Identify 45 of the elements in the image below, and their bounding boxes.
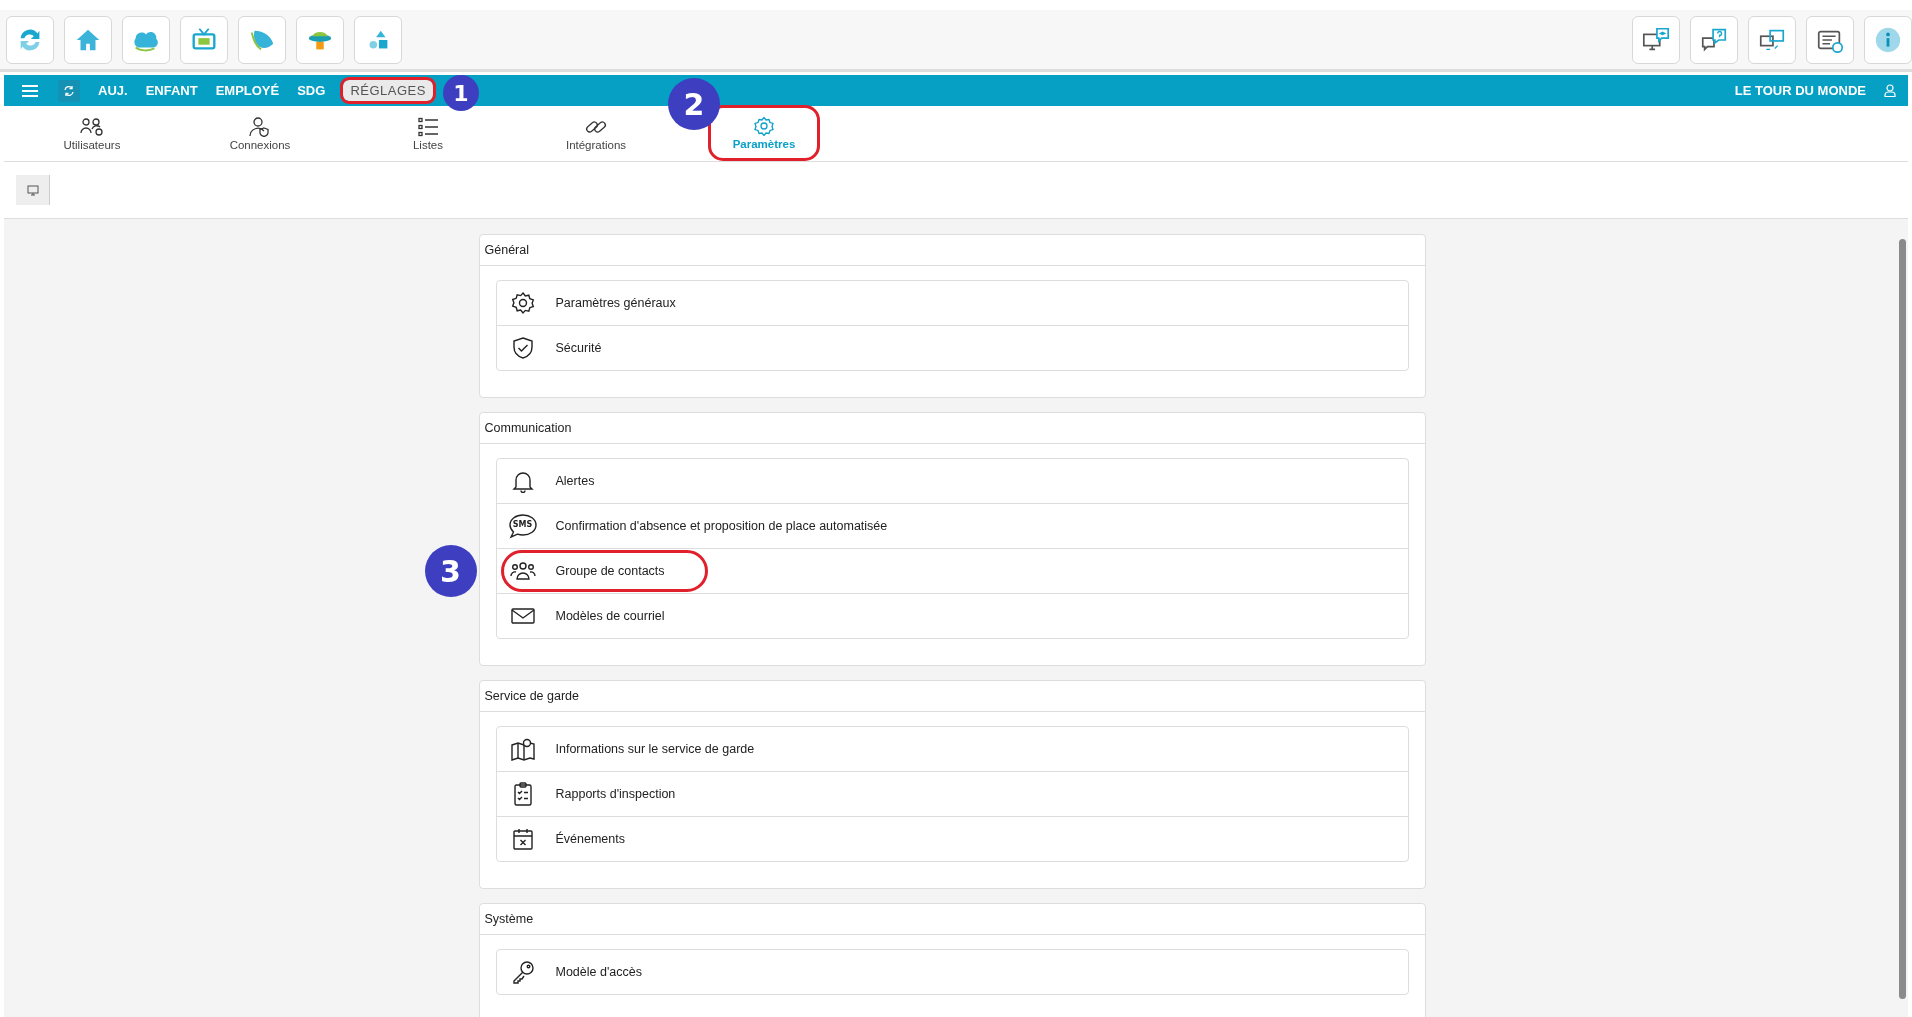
section-title: Général	[479, 235, 1425, 266]
refresh-button[interactable]	[58, 79, 80, 102]
settings-icon	[751, 116, 777, 136]
desktop-view-button[interactable]	[16, 175, 50, 205]
shapes-button[interactable]	[354, 15, 402, 64]
section-title: Communication	[479, 413, 1425, 444]
user-button[interactable]	[1884, 84, 1896, 97]
map-pin-icon	[509, 737, 536, 761]
leaf-logo-button[interactable]	[238, 15, 286, 64]
section-title: Service de garde	[479, 681, 1425, 712]
settings-tab[interactable]: Connexions	[219, 106, 301, 161]
settings-icon	[509, 291, 536, 315]
organization-name: LE TOUR DU MONDE	[1734, 83, 1866, 98]
home-button[interactable]	[64, 15, 112, 64]
refresh-button[interactable]	[6, 15, 54, 64]
callout-number: 3	[424, 545, 477, 597]
settings-list-item[interactable]: Paramètres généraux	[496, 281, 1408, 325]
refresh-icon	[63, 84, 75, 97]
menu-icon	[22, 84, 38, 97]
nav-tab[interactable]: RÉGLAGES	[343, 80, 433, 101]
settings-list-item[interactable]: SMS Confirmation d'absence et proposition de place automatisée	[496, 503, 1408, 548]
settings-list-item[interactable]: Sécurité	[496, 325, 1408, 370]
settings-list-item[interactable]: Événements	[496, 816, 1408, 861]
monitor-graduation-button[interactable]	[1632, 15, 1680, 64]
menu-button[interactable]	[22, 84, 38, 97]
chat-question-button[interactable]	[1690, 15, 1738, 64]
tv-button[interactable]	[180, 15, 228, 64]
list-icon	[415, 116, 441, 137]
settings-list-item[interactable]: Alertes	[496, 459, 1408, 503]
settings-tab[interactable]: Utilisateurs	[53, 106, 131, 161]
settings-list-item[interactable]: Modèle d'accès	[496, 950, 1408, 994]
monitor-icon	[26, 184, 39, 196]
settings-list-item[interactable]: Modèles de courriel	[496, 593, 1408, 638]
settings-list-item[interactable]: Rapports d'inspection	[496, 771, 1408, 816]
callout-number: 1	[442, 75, 479, 111]
section-title: Système	[479, 904, 1425, 935]
bell-icon	[509, 469, 536, 493]
settings-list-item[interactable]: Groupe de contacts	[496, 548, 1408, 593]
settings-tab[interactable]: Intégrations	[555, 106, 637, 161]
sms-bubble-icon: SMS	[507, 513, 538, 539]
settings-list-item[interactable]: Informations sur le service de garde	[496, 727, 1408, 771]
info-button[interactable]	[1864, 15, 1912, 64]
user-icon	[1884, 84, 1896, 97]
cloud-logo-button[interactable]	[122, 15, 170, 64]
users-icon	[509, 559, 536, 583]
